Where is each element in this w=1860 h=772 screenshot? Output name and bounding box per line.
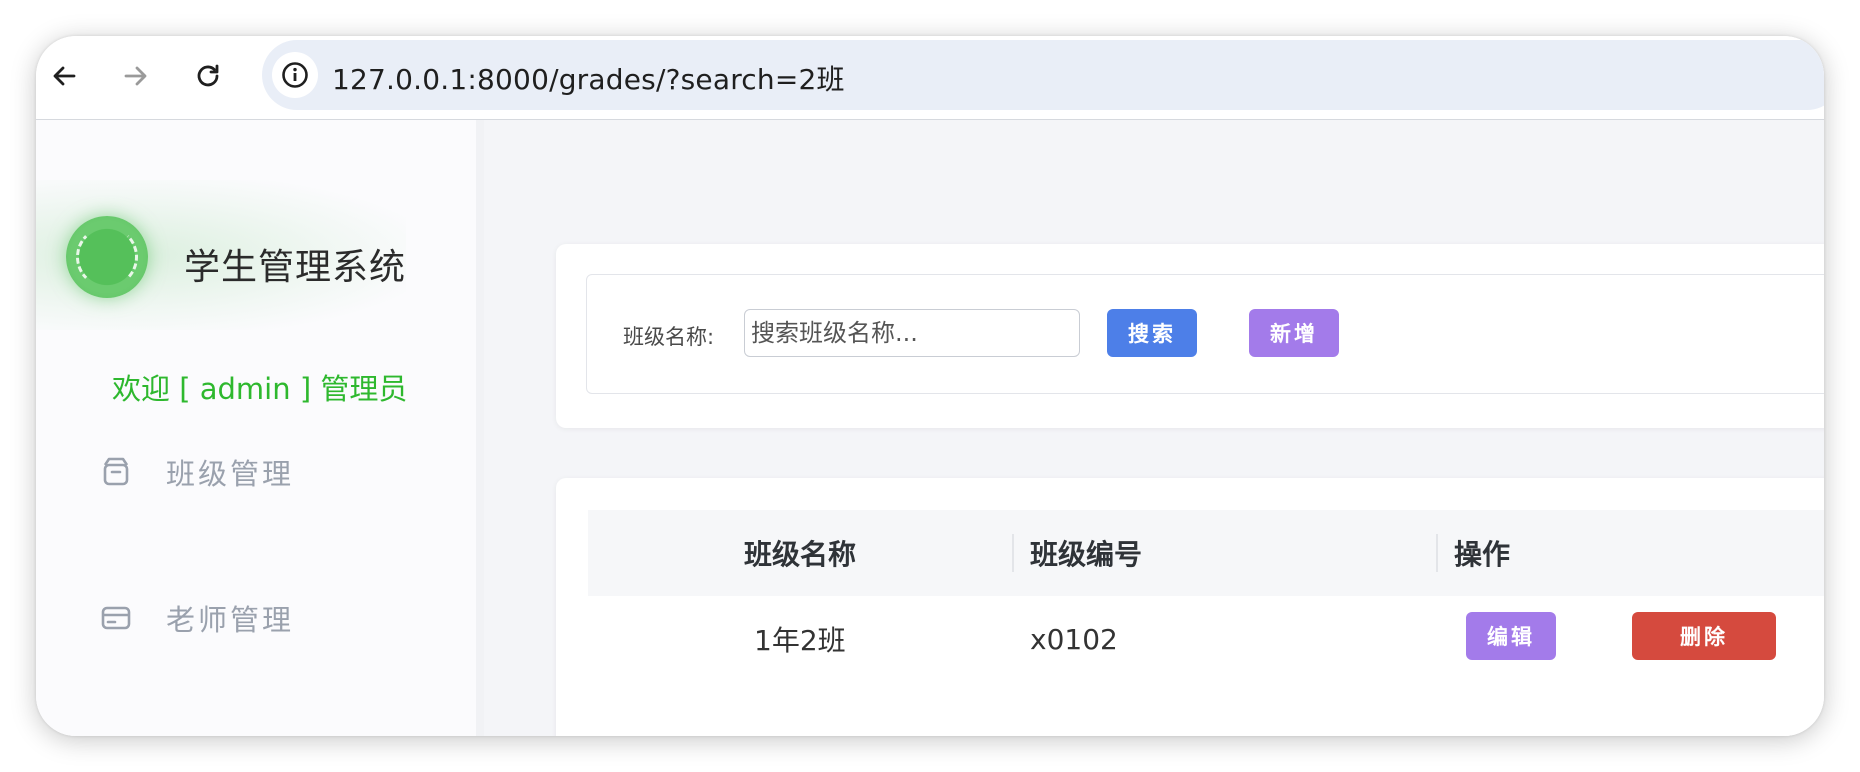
reload-icon bbox=[197, 64, 219, 87]
credit-card-icon bbox=[96, 598, 136, 638]
search-form: 班级名称: 搜索 新增 bbox=[586, 274, 1824, 394]
info-circle-icon bbox=[282, 62, 308, 88]
sidebar-item-label: 班级管理 bbox=[166, 457, 295, 491]
cell-class-code: x0102 bbox=[1030, 622, 1118, 656]
welcome-text: 欢迎 [ admin ] 管理员 bbox=[112, 372, 408, 406]
search-input[interactable] bbox=[744, 309, 1080, 357]
arrow-left-icon bbox=[53, 66, 76, 86]
site-info-button[interactable] bbox=[272, 52, 318, 98]
archive-box-icon bbox=[96, 452, 136, 492]
search-card: 班级名称: 搜索 新增 bbox=[556, 244, 1824, 428]
column-divider bbox=[1436, 534, 1438, 572]
back-button[interactable] bbox=[44, 56, 84, 96]
reload-button[interactable] bbox=[188, 56, 228, 96]
main-content: 班级名称: 搜索 新增 班级名称 班级编号 操作 1年2班 x0102 编辑 删… bbox=[484, 120, 1824, 736]
add-button[interactable]: 新增 bbox=[1249, 309, 1339, 357]
forward-button[interactable] bbox=[116, 56, 156, 96]
table-card: 班级名称 班级编号 操作 1年2班 x0102 编辑 删除 bbox=[556, 478, 1824, 736]
column-header-code: 班级编号 bbox=[1030, 538, 1143, 571]
search-label: 班级名称: bbox=[623, 325, 715, 349]
search-button[interactable]: 搜索 bbox=[1107, 309, 1197, 357]
browser-toolbar: 127.0.0.1:8000/grades/?search=2班 bbox=[36, 36, 1824, 120]
app-title: 学生管理系统 bbox=[184, 247, 407, 288]
browser-window: 127.0.0.1:8000/grades/?search=2班 学生管理系统 … bbox=[36, 36, 1824, 736]
app-logo-icon bbox=[66, 216, 148, 298]
arrow-right-icon bbox=[124, 66, 147, 86]
sidebar-item-label: 老师管理 bbox=[166, 603, 295, 637]
sidebar-item-classes[interactable]: 班级管理 bbox=[96, 442, 426, 502]
column-divider bbox=[1012, 534, 1014, 572]
column-header-name: 班级名称 bbox=[744, 538, 857, 571]
sidebar-item-teachers[interactable]: 老师管理 bbox=[96, 588, 426, 648]
cell-class-name: 1年2班 bbox=[754, 624, 846, 657]
table-header: 班级名称 班级编号 操作 bbox=[588, 510, 1824, 596]
address-bar[interactable]: 127.0.0.1:8000/grades/?search=2班 bbox=[262, 40, 1824, 110]
delete-button[interactable]: 删除 bbox=[1632, 612, 1776, 660]
sidebar: 学生管理系统 欢迎 [ admin ] 管理员 班级管理 老师管理 bbox=[36, 120, 484, 736]
url-text[interactable]: 127.0.0.1:8000/grades/?search=2班 bbox=[332, 58, 845, 98]
edit-button[interactable]: 编辑 bbox=[1466, 612, 1556, 660]
column-header-actions: 操作 bbox=[1454, 538, 1511, 571]
